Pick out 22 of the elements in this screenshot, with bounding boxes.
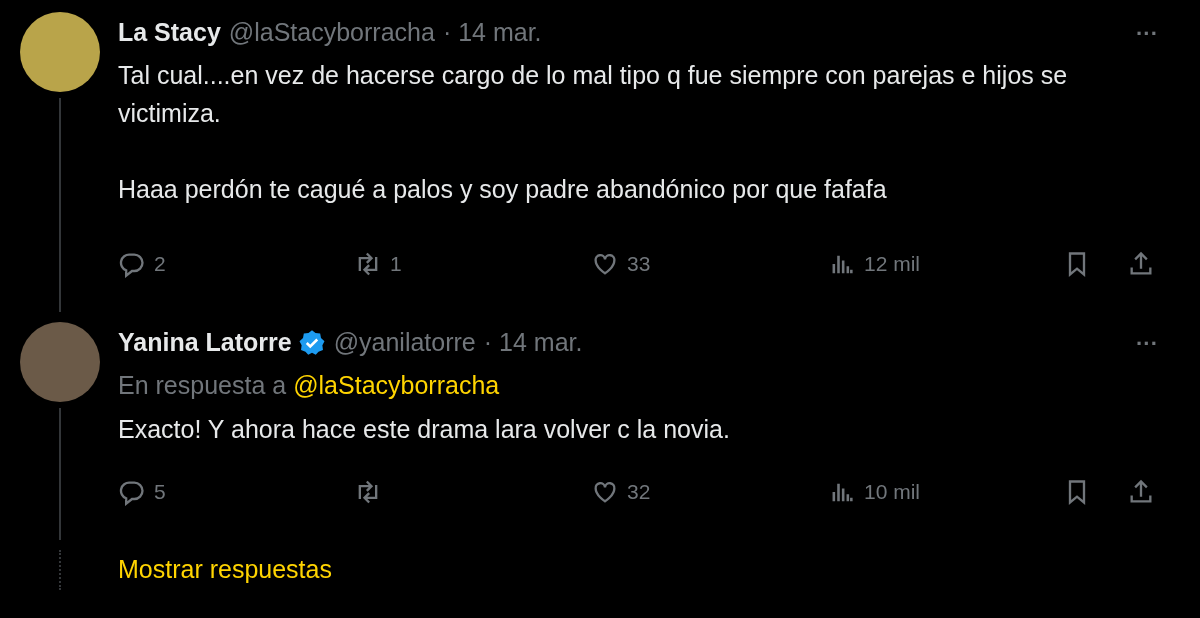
tweet-text: Exacto! Y ahora hace este drama lara volver c la novia. xyxy=(118,414,731,445)
views-button[interactable]: 10 mil xyxy=(828,476,1063,508)
views-button[interactable]: 12 mil xyxy=(828,248,1063,280)
reply-icon xyxy=(118,478,146,506)
reply-label: En respuesta a xyxy=(118,370,287,402)
more-options-button[interactable]: ··· xyxy=(1136,16,1158,50)
display-name[interactable]: Yanina Latorre xyxy=(118,324,292,362)
timestamp[interactable]: · 14 mar. xyxy=(483,324,583,362)
more-options-button[interactable]: ··· xyxy=(1136,326,1158,360)
username[interactable]: @yanilatorre xyxy=(333,324,476,362)
timestamp[interactable]: · 14 mar. xyxy=(442,14,542,52)
reply-button[interactable]: 5 xyxy=(118,476,354,508)
reply-icon xyxy=(118,250,146,278)
retweet-button[interactable]: 1 xyxy=(354,248,591,280)
username[interactable]: @laStacyborracha xyxy=(228,14,435,52)
show-replies-link[interactable]: Mostrar respuestas xyxy=(118,551,332,589)
mention-link[interactable]: @laStacyborracha xyxy=(293,367,500,405)
reply-button[interactable]: 2 xyxy=(118,248,354,280)
tweet-text: Tal cual....en vez de hacerse cargo de lo mal tipo q fue siempre con parejas e hijos se victimiza. Haaa perdón te cagué a palos y soy padre abandónico por que fafafa xyxy=(118,60,1069,205)
like-button[interactable]: 33 xyxy=(591,248,828,280)
display-name[interactable]: La Stacy xyxy=(118,14,221,52)
like-button[interactable]: 32 xyxy=(591,476,828,508)
